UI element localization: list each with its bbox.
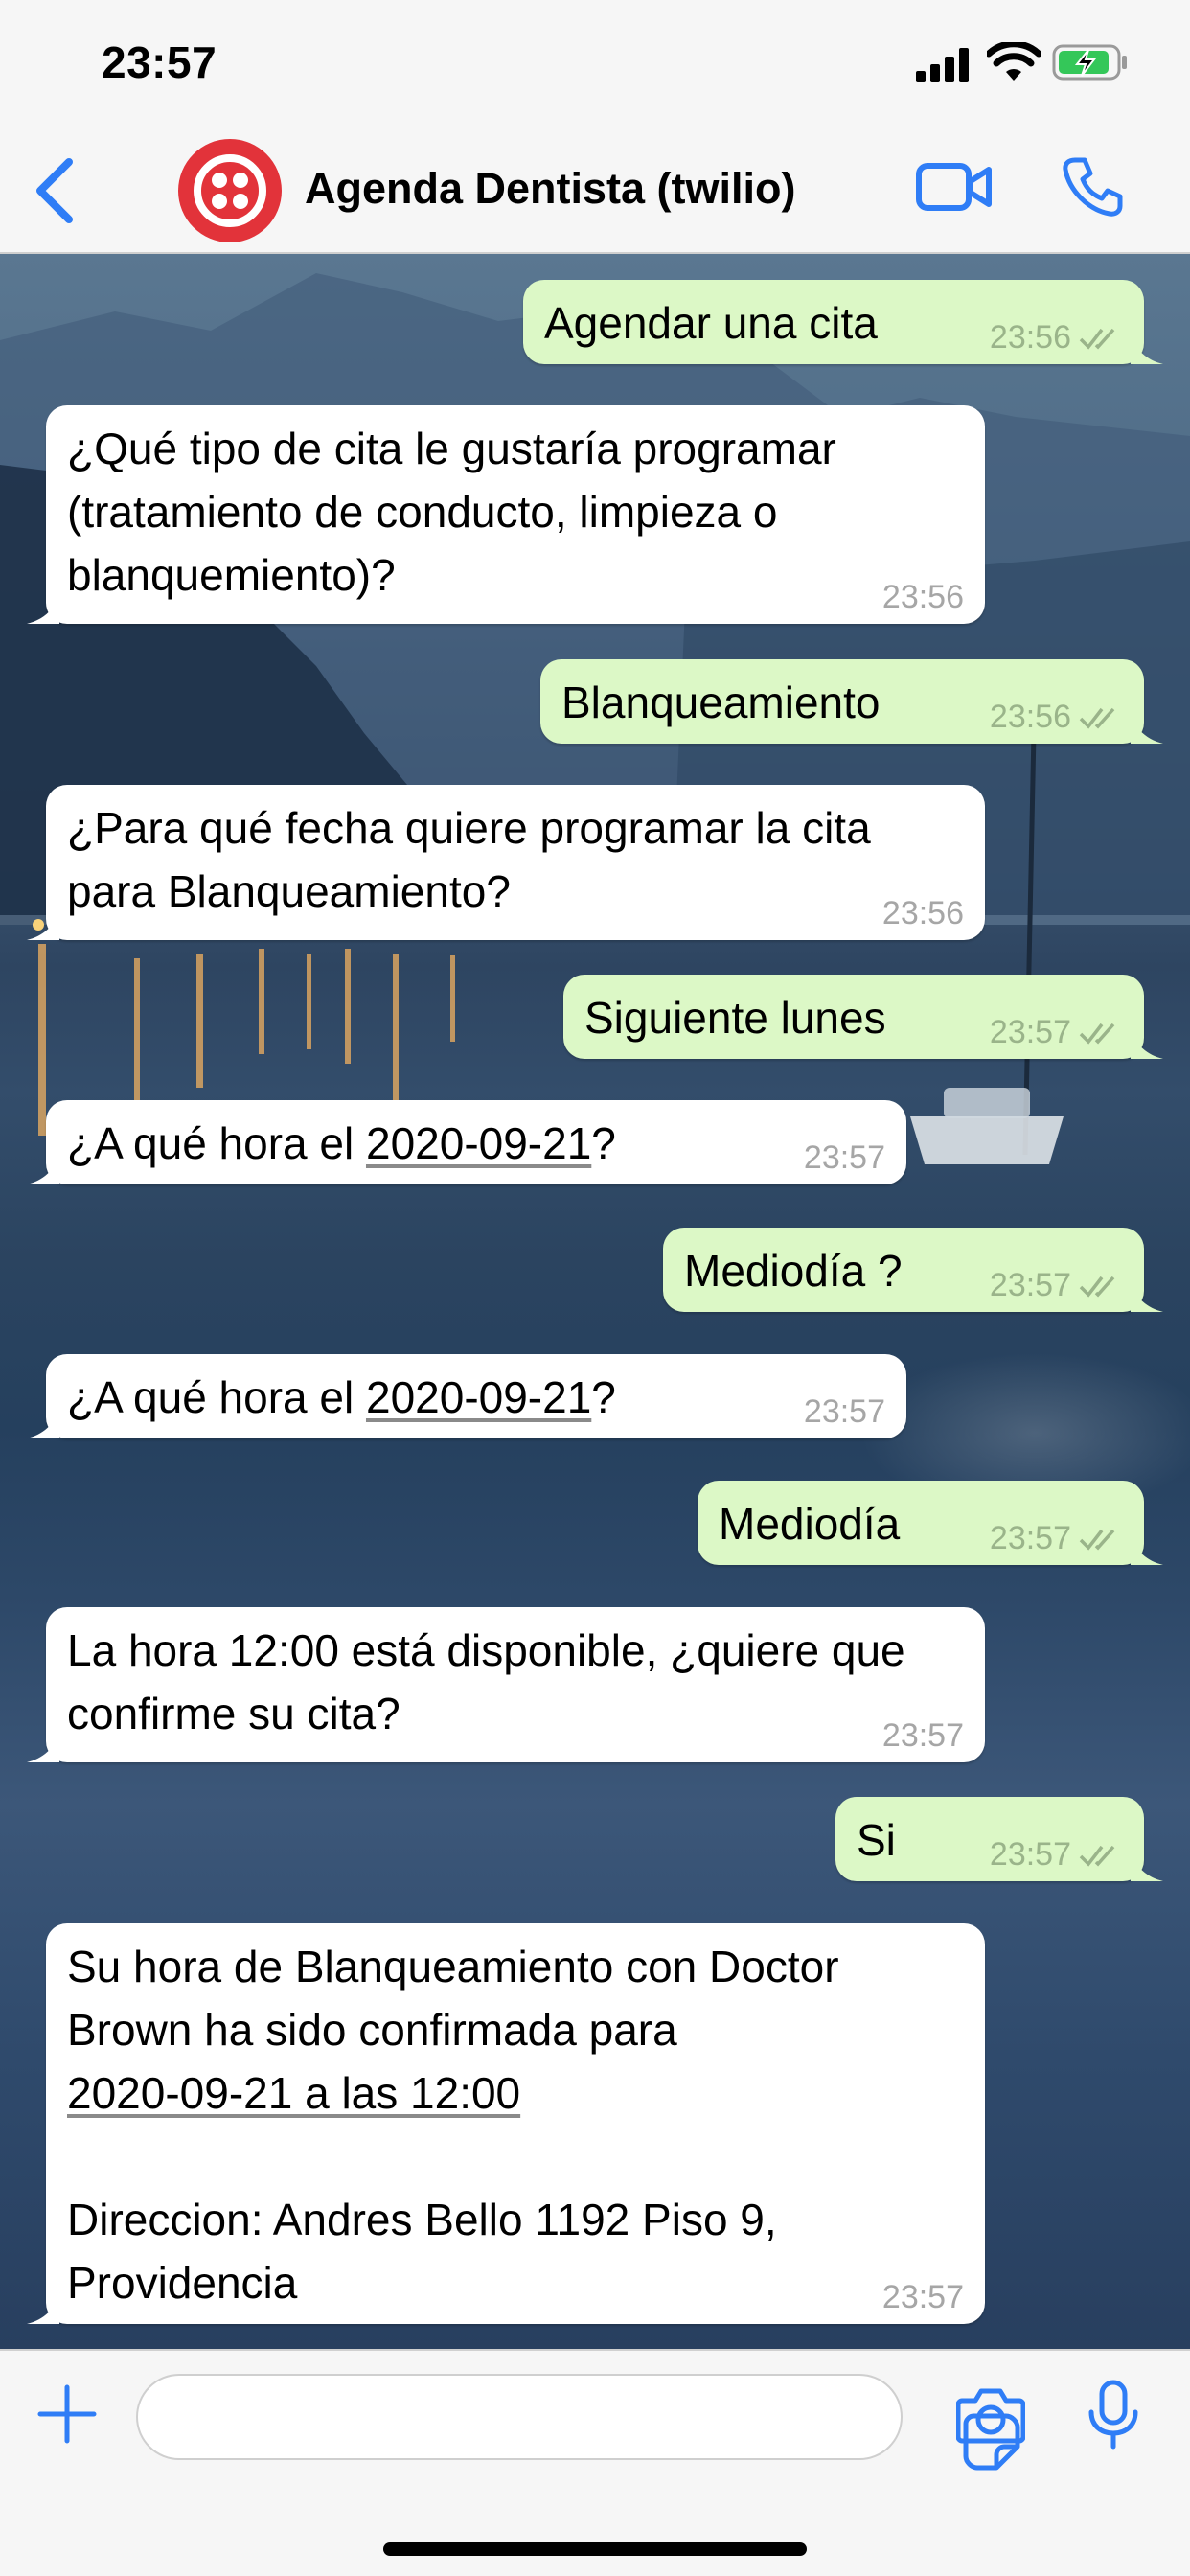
message-incoming[interactable]: ¿A qué hora el 2020-09-21? 23:57	[27, 1100, 906, 1184]
message-outgoing[interactable]: Blanqueamiento 23:56	[540, 659, 1163, 744]
message-outgoing[interactable]: Agendar una cita 23:56	[523, 280, 1163, 364]
bubble-tail	[1131, 332, 1163, 364]
message-time: 23:57	[989, 1014, 1071, 1050]
read-ticks-icon	[1079, 328, 1115, 350]
message-input[interactable]	[167, 2391, 818, 2445]
bubble-tail	[27, 1730, 59, 1762]
chat-title[interactable]: Agenda Dentista (twilio)	[305, 164, 796, 214]
message-outgoing[interactable]: Mediodía 23:57	[698, 1481, 1163, 1565]
message-text: ¿A qué hora el 2020-09-21?	[67, 1112, 887, 1175]
message-meta: 23:57	[990, 1013, 1125, 1051]
bubble-tail	[27, 591, 59, 624]
message-time: 23:57	[803, 1139, 885, 1176]
message-outgoing[interactable]: Si 23:57	[835, 1797, 1163, 1881]
read-ticks-icon	[1079, 1845, 1115, 1867]
bubble-tail	[27, 1152, 59, 1184]
message-incoming[interactable]: ¿A qué hora el 2020-09-21? 23:57	[27, 1354, 906, 1438]
battery-charging-icon	[1052, 44, 1127, 80]
message-incoming[interactable]: ¿Qué tipo de cita le gustaría programar …	[27, 405, 985, 624]
message-time: 23:57	[989, 1267, 1071, 1303]
message-outgoing[interactable]: Mediodía ? 23:57	[663, 1228, 1163, 1312]
date-link[interactable]: 2020-09-21	[366, 1372, 591, 1422]
message-meta: 23:57	[990, 1835, 1125, 1874]
composer-bar	[0, 2349, 1190, 2576]
message-input-field[interactable]	[136, 2374, 1020, 2471]
microphone-icon[interactable]	[1087, 2380, 1140, 2450]
status-bar: 23:57	[0, 0, 1190, 129]
bubble-tail	[27, 1406, 59, 1438]
bubble-tail	[1131, 1279, 1163, 1312]
message-time: 23:56	[881, 895, 964, 932]
message-meta: 23:56	[990, 698, 1125, 736]
bubble-tail	[1131, 1532, 1163, 1565]
message-time: 23:56	[881, 579, 964, 615]
message-time: 23:56	[989, 699, 1071, 735]
message-text: ¿A qué hora el 2020-09-21?	[67, 1366, 887, 1429]
date-link[interactable]: 2020-09-21	[366, 1118, 591, 1168]
cellular-signal-icon	[916, 48, 969, 82]
read-ticks-icon	[1079, 1023, 1115, 1045]
bubble-tail	[1131, 1849, 1163, 1881]
chat-area[interactable]: Agendar una cita 23:56 ¿Qué tipo de cita…	[0, 254, 1190, 2349]
message-text-part: ¿A qué hora el	[67, 1118, 366, 1168]
message-text-part: Direccion: Andres Bello 1192 Piso 9, Pro…	[67, 2195, 790, 2308]
message-text: Su hora de Blanqueamiento con Doctor Bro…	[67, 1935, 966, 2314]
message-text: ¿Qué tipo de cita le gustaría programar …	[67, 424, 849, 600]
read-ticks-icon	[1079, 707, 1115, 729]
message-time: 23:57	[881, 2279, 964, 2315]
twilio-logo-icon	[194, 154, 266, 227]
message-incoming[interactable]: ¿Para qué fecha quiere programar la cita…	[27, 785, 985, 940]
read-ticks-icon	[1079, 1276, 1115, 1298]
message-text: La hora 12:00 está disponible, ¿quiere q…	[67, 1625, 918, 1738]
chevron-left-icon[interactable]	[31, 154, 79, 227]
message-time: 23:57	[803, 1393, 885, 1430]
message-text-part: ?	[591, 1118, 616, 1168]
message-text-part: ¿A qué hora el	[67, 1372, 366, 1422]
message-meta: 23:57	[990, 1519, 1125, 1557]
message-text: ¿Para qué fecha quiere programar la cita…	[67, 803, 883, 916]
message-time: 23:57	[989, 1520, 1071, 1556]
status-time: 23:57	[102, 37, 217, 87]
message-meta: 23:56	[990, 318, 1125, 356]
avatar[interactable]	[178, 139, 282, 242]
video-camera-icon[interactable]	[916, 158, 993, 216]
bubble-tail	[1131, 1026, 1163, 1059]
phone-icon[interactable]	[1062, 156, 1123, 218]
home-indicator[interactable]	[383, 2542, 807, 2556]
bubble-tail	[27, 908, 59, 940]
plus-icon[interactable]	[36, 2383, 98, 2445]
message-incoming[interactable]: La hora 12:00 está disponible, ¿quiere q…	[27, 1607, 985, 1762]
camera-icon[interactable]	[956, 2385, 1025, 2445]
bubble-tail	[1131, 711, 1163, 744]
message-incoming[interactable]: Su hora de Blanqueamiento con Doctor Bro…	[27, 1923, 985, 2324]
wifi-icon	[987, 42, 1041, 80]
date-link[interactable]: 2020-09-21 a las 12:00	[67, 2068, 520, 2118]
read-ticks-icon	[1079, 1529, 1115, 1551]
message-time: 23:57	[989, 1836, 1071, 1873]
message-meta: 23:57	[990, 1266, 1125, 1304]
bubble-tail	[27, 2291, 59, 2324]
message-time: 23:56	[989, 319, 1071, 356]
message-time: 23:57	[881, 1717, 964, 1754]
message-text-part: Su hora de Blanqueamiento con Doctor Bro…	[67, 1942, 852, 2055]
message-outgoing[interactable]: Siguiente lunes 23:57	[563, 975, 1163, 1059]
chat-header: Agenda Dentista (twilio)	[0, 129, 1190, 254]
message-text-part: ?	[591, 1372, 616, 1422]
